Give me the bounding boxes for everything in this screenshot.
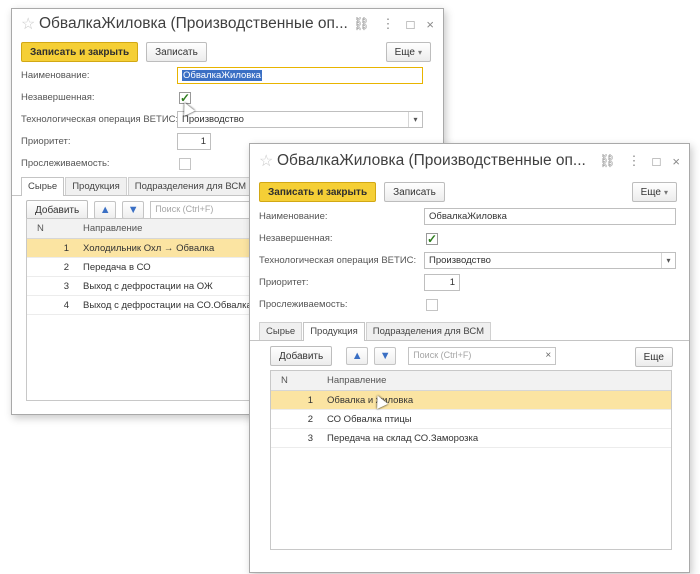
- vetis-select[interactable]: Производство ▾: [424, 252, 676, 269]
- row-number: 1: [307, 394, 313, 406]
- search-input[interactable]: Поиск (Ctrl+F) ×: [408, 347, 557, 365]
- priority-input[interactable]: 1: [177, 133, 211, 150]
- form-toolbar: Записать и закрыть Записать Еще: [250, 178, 689, 206]
- maximize-icon[interactable]: □: [407, 17, 415, 32]
- column-n-header[interactable]: N: [271, 375, 321, 386]
- maximize-icon[interactable]: □: [653, 154, 661, 169]
- priority-label: Приоритет:: [259, 277, 309, 288]
- incomplete-label: Незавершенная:: [259, 233, 333, 244]
- tab-departments[interactable]: Подразделения для ВСМ: [127, 177, 254, 195]
- table-header: N Направление: [271, 371, 671, 391]
- favorite-star-icon[interactable]: ☆: [259, 151, 277, 171]
- trace-label: Прослеживаемость:: [21, 158, 110, 169]
- favorite-star-icon[interactable]: ☆: [21, 14, 39, 34]
- incomplete-row: Незавершенная: ✓: [250, 228, 689, 250]
- link-icon[interactable]: ⛓: [599, 153, 616, 169]
- table-toolbar: Добавить ▲ ▼ Поиск (Ctrl+F) × Еще: [250, 341, 689, 371]
- row-number: 4: [63, 299, 69, 311]
- move-down-icon[interactable]: ▼: [122, 201, 145, 219]
- directions-table: N Направление 1 Обвалка и жиловка 2 СО О…: [270, 370, 672, 550]
- vetis-row: Технологическая операция ВЕТИС: Производ…: [12, 109, 443, 131]
- trace-label: Прослеживаемость:: [259, 299, 348, 310]
- vetis-row: Технологическая операция ВЕТИС: Производ…: [250, 250, 689, 272]
- tab-products[interactable]: Продукция: [303, 322, 365, 341]
- clear-search-icon[interactable]: ×: [545, 350, 551, 361]
- save-button[interactable]: Записать: [384, 182, 445, 202]
- window-title: ОбвалкаЖиловка (Производственные оп...: [277, 152, 586, 169]
- move-up-icon[interactable]: ▲: [94, 201, 117, 219]
- title-bar: ☆ ОбвалкаЖиловка (Производственные оп...…: [250, 144, 689, 178]
- more-button[interactable]: Еще: [631, 182, 677, 202]
- save-and-close-button[interactable]: Записать и закрыть: [259, 182, 377, 202]
- incomplete-label: Незавершенная:: [21, 92, 95, 103]
- more-menu-icon[interactable]: ⋮: [382, 16, 395, 32]
- tab-products[interactable]: Продукция: [65, 177, 127, 195]
- dropdown-arrow-icon[interactable]: ▾: [661, 253, 675, 268]
- tab-raw[interactable]: Сырье: [21, 177, 65, 196]
- trace-row: Прослеживаемость:: [250, 294, 689, 316]
- vetis-select[interactable]: Производство ▾: [177, 111, 423, 128]
- form-toolbar: Записать и закрыть Записать Еще: [12, 39, 443, 65]
- column-direction-header[interactable]: Направление: [321, 375, 671, 386]
- save-and-close-button[interactable]: Записать и закрыть: [21, 42, 139, 62]
- add-button[interactable]: Добавить: [26, 200, 89, 220]
- save-button[interactable]: Записать: [146, 42, 207, 62]
- add-button[interactable]: Добавить: [270, 346, 333, 366]
- vetis-value: Производство: [182, 114, 244, 125]
- table-row[interactable]: 1 Обвалка и жиловка: [271, 391, 671, 410]
- close-icon[interactable]: ×: [672, 154, 680, 169]
- table-more-button[interactable]: Еще: [634, 347, 673, 367]
- more-menu-icon[interactable]: ⋮: [628, 153, 641, 169]
- front-window: ☆ ОбвалкаЖиловка (Производственные оп...…: [249, 143, 690, 573]
- name-row: Наименование: ОбвалкаЖиловка: [12, 65, 443, 87]
- row-number: 2: [63, 261, 69, 273]
- row-number: 3: [63, 280, 69, 292]
- name-label: Наименование:: [259, 211, 328, 222]
- vetis-label: Технологическая операция ВЕТИС:: [21, 114, 179, 125]
- incomplete-row: Незавершенная: ✓: [12, 87, 443, 109]
- name-label: Наименование:: [21, 70, 90, 81]
- vetis-label: Технологическая операция ВЕТИС:: [259, 255, 417, 266]
- priority-label: Приоритет:: [21, 136, 71, 147]
- move-up-icon[interactable]: ▲: [346, 347, 369, 365]
- vetis-value: Производство: [429, 255, 491, 266]
- column-n-header[interactable]: N: [27, 223, 77, 234]
- move-down-icon[interactable]: ▼: [374, 347, 397, 365]
- tab-departments[interactable]: Подразделения для ВСМ: [365, 322, 492, 340]
- search-placeholder: Поиск (Ctrl+F): [413, 350, 472, 360]
- incomplete-checkbox[interactable]: ✓: [426, 233, 438, 245]
- dropdown-arrow-icon[interactable]: ▾: [408, 112, 422, 127]
- traceability-checkbox[interactable]: [179, 158, 191, 170]
- name-value: ОбвалкаЖиловка: [182, 70, 262, 81]
- name-input[interactable]: ОбвалкаЖиловка: [177, 67, 423, 84]
- table-row[interactable]: 3 Передача на склад СО.Заморозка: [271, 429, 671, 448]
- close-icon[interactable]: ×: [426, 17, 434, 32]
- row-direction: Передача на склад СО.Заморозка: [327, 432, 479, 444]
- tab-raw[interactable]: Сырье: [259, 322, 303, 340]
- table-row[interactable]: 2 СО Обвалка птицы: [271, 410, 671, 429]
- window-title: ОбвалкаЖиловка (Производственные оп...: [39, 15, 348, 32]
- row-number: 3: [307, 432, 313, 444]
- name-input[interactable]: ОбвалкаЖиловка: [424, 208, 676, 225]
- traceability-checkbox[interactable]: [426, 299, 438, 311]
- row-number: 2: [307, 413, 313, 425]
- tab-bar: Сырье Продукция Подразделения для ВСМ: [250, 320, 689, 341]
- title-bar: ☆ ОбвалкаЖиловка (Производственные оп...…: [12, 9, 443, 39]
- priority-row: Приоритет: 1: [250, 272, 689, 294]
- link-icon[interactable]: ⛓: [353, 16, 370, 32]
- row-direction: СО Обвалка птицы: [327, 413, 412, 425]
- row-number: 1: [63, 242, 69, 254]
- priority-input[interactable]: 1: [424, 274, 460, 291]
- more-button[interactable]: Еще: [385, 42, 431, 62]
- name-row: Наименование: ОбвалкаЖиловка: [250, 206, 689, 228]
